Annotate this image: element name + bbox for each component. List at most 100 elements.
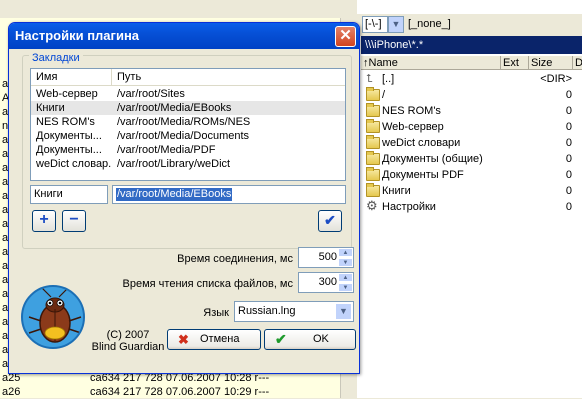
current-path: \\\iPhone\*.*	[361, 36, 582, 54]
drive-label: [_none_]	[408, 18, 451, 30]
file-size: 0	[565, 185, 572, 197]
drive-select[interactable]: [-\-]	[362, 16, 388, 33]
chevron-down-icon[interactable]: ▼	[335, 303, 352, 320]
spin-up-icon[interactable]: ▲	[338, 248, 353, 257]
folder-icon	[366, 167, 380, 181]
file-list-header: ↑Name Ext Size D	[361, 56, 582, 70]
spin-down-icon[interactable]: ▼	[338, 283, 353, 292]
connect-timeout-spinner[interactable]: 500 ▲ ▼	[298, 247, 354, 268]
file-name: /	[382, 89, 386, 101]
remove-bookmark-button[interactable]: −	[62, 210, 86, 232]
checkmark-icon: ✔	[324, 212, 336, 228]
ok-label: OK	[313, 333, 329, 345]
read-timeout-spinner[interactable]: 300 ▲ ▼	[298, 272, 354, 293]
folder-icon	[366, 103, 380, 117]
left-file-details: ca634 217 728 07.06.2007 10:29 r---	[90, 386, 270, 398]
bookmark-name: Книги	[36, 102, 65, 114]
left-file-row[interactable]: a26 ca634 217 728 07.06.2007 10:29 r---	[0, 385, 340, 399]
bookmark-name: Web-сервер	[36, 88, 98, 100]
close-icon: ✕	[339, 27, 352, 44]
file-size: 0	[565, 89, 572, 101]
folder-icon	[366, 135, 380, 149]
file-name: Web-сервер	[382, 121, 444, 133]
bookmark-name: weDict словар...	[36, 158, 112, 170]
language-label: Язык	[203, 307, 229, 319]
bookmark-row[interactable]: Документы... /var/root/Media/PDF	[31, 143, 345, 157]
bookmark-path-value: /var/root/Media/EBooks	[116, 188, 233, 201]
bookmark-row[interactable]: Web-сервер/var/root/Sites	[31, 87, 345, 101]
checkmark-icon: ✔	[275, 331, 287, 347]
plugin-settings-dialog: Настройки плагина ✕ Закладки Имя Путь We…	[8, 22, 360, 374]
spin-down-icon[interactable]: ▼	[338, 258, 353, 267]
file-row[interactable]: Документы PDF 0	[364, 167, 582, 183]
bookmark-name: Документы...	[36, 144, 102, 156]
copyright-line: Blind Guardian	[91, 341, 165, 353]
file-row[interactable]: ⚙ Настройки 0	[364, 199, 582, 215]
bookmark-path: /var/root/Sites	[117, 88, 185, 100]
bookmark-path: /var/root/Media/Documents	[117, 130, 250, 142]
column-size[interactable]: Size	[529, 56, 573, 70]
bookmark-name: Документы...	[36, 130, 102, 142]
file-name: Документы PDF	[382, 169, 464, 181]
bookmarks-group-label: Закладки	[29, 52, 83, 64]
minus-icon: −	[69, 211, 79, 228]
bookmark-name: NES ROM's	[36, 116, 95, 128]
plugin-logo	[21, 285, 85, 349]
language-value: Russian.lng	[238, 305, 296, 317]
file-name: [..]	[382, 73, 395, 85]
column-name[interactable]: ↑Name	[361, 56, 501, 70]
up-dir-icon: ⮤	[366, 73, 373, 85]
column-name-header[interactable]: Имя	[31, 69, 112, 86]
cancel-icon: ✖	[178, 332, 189, 347]
folder-icon	[366, 119, 380, 133]
file-name: Документы (общие)	[382, 153, 483, 165]
add-bookmark-button[interactable]: +	[32, 210, 56, 232]
file-name: Книги	[382, 185, 411, 197]
file-name: NES ROM's	[382, 105, 441, 117]
bookmark-path: /var/root/Media/PDF	[117, 144, 216, 156]
file-size: 0	[565, 105, 572, 117]
folder-icon	[366, 151, 380, 165]
language-select[interactable]: Russian.lng ▼	[234, 301, 354, 322]
bookmark-path: /var/root/Media/ROMs/NES	[117, 116, 251, 128]
column-date[interactable]: D	[573, 56, 582, 70]
read-timeout-value: 300	[318, 276, 337, 288]
bookmark-row[interactable]: weDict словар... /var/root/Library/weDict	[31, 157, 345, 171]
file-row[interactable]: NES ROM's 0	[364, 103, 582, 119]
file-size: 0	[565, 169, 572, 181]
file-row[interactable]: ⮤ [..] <DIR>	[364, 71, 582, 87]
bookmark-path: /var/root/Media/EBooks	[117, 102, 232, 114]
file-name: weDict словари	[382, 137, 461, 149]
column-path-header[interactable]: Путь	[112, 69, 345, 86]
folder-icon	[366, 87, 380, 101]
bookmark-path-input[interactable]: /var/root/Media/EBooks	[112, 185, 346, 204]
file-size: 0	[565, 201, 572, 213]
close-button[interactable]: ✕	[335, 26, 356, 47]
bookmarks-list-header: Имя Путь	[31, 69, 345, 86]
bookmark-row[interactable]: Книги/var/root/Media/EBooks	[31, 101, 345, 115]
file-size: 0	[565, 137, 572, 149]
left-panel-header	[0, 0, 356, 18]
bookmark-row[interactable]: NES ROM's/var/root/Media/ROMs/NES	[31, 115, 345, 129]
apply-bookmark-button[interactable]: ✔	[318, 210, 342, 232]
cockroach-icon	[28, 287, 82, 343]
column-ext[interactable]: Ext	[501, 56, 529, 70]
dialog-title[interactable]: Настройки плагина	[9, 23, 359, 49]
file-row[interactable]: Документы (общие) 0	[364, 151, 582, 167]
file-size: 0	[565, 121, 572, 133]
bookmark-path: /var/root/Library/weDict	[117, 158, 231, 170]
file-row[interactable]: Web-сервер 0	[364, 119, 582, 135]
bookmarks-list[interactable]: Имя Путь Web-сервер/var/root/Sites Книги /…	[30, 68, 346, 181]
cancel-button[interactable]: ✖ Отмена	[167, 329, 261, 350]
file-row[interactable]: Книги 0	[364, 183, 582, 199]
bookmark-name-input[interactable]: Книги	[30, 185, 108, 204]
file-name: Настройки	[382, 201, 436, 213]
spin-up-icon[interactable]: ▲	[338, 273, 353, 282]
chevron-down-icon[interactable]: ▼	[388, 16, 404, 33]
file-row[interactable]: /0	[364, 87, 582, 103]
plus-icon: +	[39, 211, 49, 228]
ok-button[interactable]: ✔ OK	[264, 329, 356, 350]
bookmark-row[interactable]: Документы... /var/root/Media/Documents	[31, 129, 345, 143]
cancel-label: Отмена	[200, 333, 240, 345]
file-row[interactable]: weDict словари 0	[364, 135, 582, 151]
